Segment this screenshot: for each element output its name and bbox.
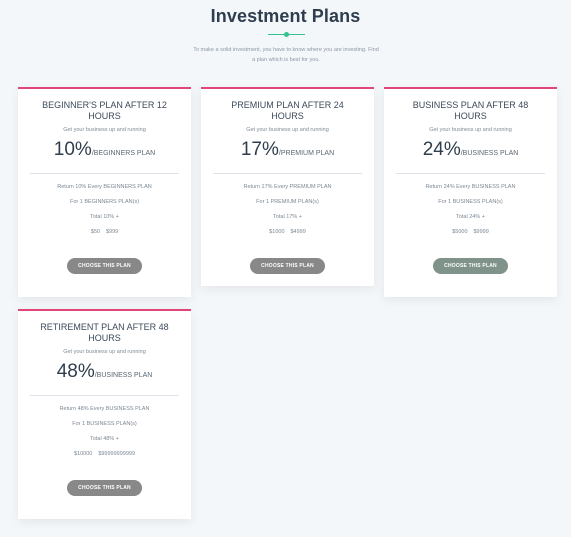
- plan-rate-label: /BEGINNERS PLAN: [91, 150, 156, 157]
- plan-max: $9999: [473, 229, 489, 235]
- plan-features: Return 48% Every BUSINESS PLAN For 1 BUS…: [18, 402, 191, 462]
- plan-features: Return 24% Every BUSINESS PLAN For 1 BUS…: [384, 180, 557, 240]
- plan-rate-label: /PREMIUM PLAN: [278, 150, 335, 157]
- plan-tagline: Get your business up and running: [429, 127, 512, 133]
- plan-return: Return 24% Every BUSINESS PLAN: [425, 184, 516, 190]
- plan-rate-value: 24: [422, 139, 444, 160]
- subtitle-line-1: To make a solid investment, you have to …: [193, 47, 379, 53]
- plan-rate-value: 17: [240, 139, 262, 160]
- plan-features: Return 10% Every BEGINNERS PLAN For 1 BE…: [18, 180, 191, 240]
- plan-tagline: Get your business up and running: [246, 127, 329, 133]
- plan-title: RETIREMENT PLAN AFTER 48 HOURS: [40, 322, 169, 343]
- plan-rate-unit: %: [74, 139, 92, 160]
- plan-rate: 48%/BUSINESS PLAN: [18, 360, 191, 388]
- plan-range: $10000 $99999999999: [18, 447, 191, 462]
- plan-count: For 1 BEGINNERS PLAN(s): [69, 199, 140, 205]
- plan-title: BEGINNER'S PLAN AFTER 12 HOURS: [42, 100, 167, 121]
- plan-count: For 1 BUSINESS PLAN(s): [72, 421, 137, 427]
- plan-min: $1000: [269, 229, 285, 235]
- plan-separator: [396, 173, 545, 174]
- plan-min: $10000: [73, 451, 93, 457]
- plan-count: For 1 BUSINESS PLAN(s): [438, 199, 503, 205]
- plan-card-retirement: RETIREMENT PLAN AFTER 48 HOURS Get your …: [18, 309, 191, 519]
- choose-plan-button[interactable]: CHOOSE THIS PLAN: [433, 258, 508, 274]
- plan-max: $99999999999: [98, 451, 136, 457]
- plan-range: $5000 $9999: [384, 225, 557, 240]
- plan-separator: [30, 173, 179, 174]
- choose-plan-button[interactable]: CHOOSE THIS PLAN: [250, 258, 325, 274]
- plan-total: Total 17% +: [273, 214, 302, 220]
- plan-rate-value: 10: [53, 139, 75, 160]
- plan-max: $4999: [290, 229, 306, 235]
- plan-return: Return 17% Every PREMIUM PLAN: [243, 184, 332, 190]
- plan-card-premium: PREMIUM PLAN AFTER 24 HOURS Get your bus…: [201, 87, 374, 286]
- plan-card-beginner: BEGINNER'S PLAN AFTER 12 HOURS Get your …: [18, 87, 191, 297]
- choose-plan-button[interactable]: CHOOSE THIS PLAN: [67, 480, 142, 496]
- investment-plans-page: Investment Plans To make a solid investm…: [0, 0, 571, 537]
- plan-separator: [30, 395, 179, 396]
- plan-total: Total 48% +: [90, 436, 119, 442]
- title-divider-dot: [284, 32, 289, 37]
- plan-tagline: Get your business up and running: [63, 349, 146, 355]
- plan-separator: [213, 173, 362, 174]
- subtitle-line-2: a plan which is best for you.: [252, 57, 320, 63]
- plan-return: Return 48% Every BUSINESS PLAN: [59, 406, 150, 412]
- plan-rate-unit: %: [262, 139, 279, 160]
- plan-min: $5000: [452, 229, 468, 235]
- plan-rate: 17%/PREMIUM PLAN: [201, 138, 374, 166]
- plan-range: $50 $999: [18, 225, 191, 240]
- plan-title: PREMIUM PLAN AFTER 24 HOURS: [231, 100, 344, 121]
- plan-range: $1000 $4999: [201, 225, 374, 240]
- plan-features: Return 17% Every PREMIUM PLAN For 1 PREM…: [201, 180, 374, 240]
- plan-rate: 24%/BUSINESS PLAN: [384, 138, 557, 166]
- plan-min: $50: [90, 229, 100, 235]
- plan-title: BUSINESS PLAN AFTER 48 HOURS: [412, 100, 529, 121]
- plan-tagline: Get your business up and running: [63, 127, 146, 133]
- page-title: Investment Plans: [210, 6, 361, 26]
- plan-max: $999: [105, 229, 119, 235]
- plan-card-business: BUSINESS PLAN AFTER 48 HOURS Get your bu…: [384, 87, 557, 297]
- plan-rate-label: /BUSINESS PLAN: [94, 372, 153, 379]
- plan-total: Total 24% +: [456, 214, 485, 220]
- plan-return: Return 10% Every BEGINNERS PLAN: [57, 184, 152, 190]
- plan-rate: 10%/BEGINNERS PLAN: [18, 138, 191, 166]
- choose-plan-button[interactable]: CHOOSE THIS PLAN: [67, 258, 142, 274]
- plan-rate-unit: %: [443, 139, 461, 160]
- plan-rate-value: 48: [56, 361, 78, 382]
- plan-rate-label: /BUSINESS PLAN: [460, 150, 519, 157]
- plan-count: For 1 PREMIUM PLAN(s): [256, 199, 319, 205]
- plan-rate-unit: %: [77, 361, 95, 382]
- plan-total: Total 10% +: [90, 214, 119, 220]
- page-subtitle: To make a solid investment, you have to …: [180, 45, 392, 65]
